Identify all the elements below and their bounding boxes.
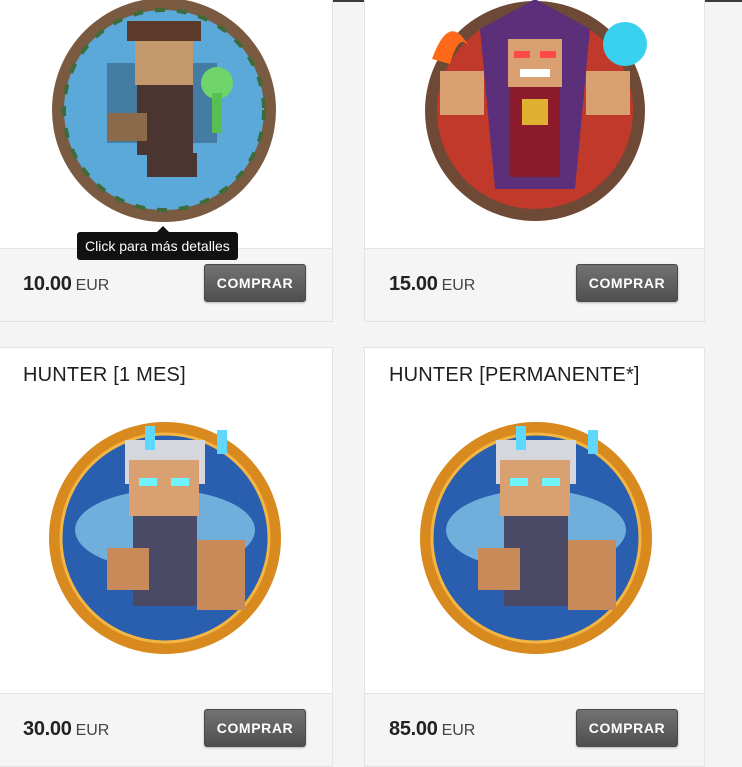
product-price: 30.00 EUR xyxy=(23,718,109,741)
price-currency: EUR xyxy=(441,722,476,739)
buy-button[interactable]: COMPRAR xyxy=(204,264,306,302)
product-image-fire-ice-wizard[interactable] xyxy=(410,0,660,229)
buy-button[interactable]: COMPRAR xyxy=(204,709,306,747)
price-currency: EUR xyxy=(75,722,110,739)
product-footer: 30.00 EUR COMPRAR xyxy=(0,693,332,766)
product-card-4[interactable]: HUNTER [PERMANENTE*] 85.00 EUR COMPRAR xyxy=(364,347,705,767)
product-price: 85.00 EUR xyxy=(389,718,475,741)
product-footer: 85.00 EUR COMPRAR xyxy=(365,693,704,766)
buy-button[interactable]: COMPRAR xyxy=(576,264,678,302)
tooltip: Click para más detalles xyxy=(77,232,238,260)
product-image-hunter[interactable] xyxy=(47,420,283,656)
price-currency: EUR xyxy=(75,277,110,294)
product-card-1[interactable]: 10.00 EUR COMPRAR xyxy=(0,0,333,322)
product-card-3[interactable]: HUNTER [1 MES] 30.00 EUR COMPRAR xyxy=(0,347,333,767)
product-price: 10.00 EUR xyxy=(23,273,109,296)
price-amount: 10.00 xyxy=(23,273,72,295)
price-amount: 15.00 xyxy=(389,273,438,295)
price-amount: 85.00 xyxy=(389,718,438,740)
product-image-wizard-alchemist[interactable] xyxy=(47,0,281,227)
product-image-hunter[interactable] xyxy=(418,420,654,656)
product-footer: 15.00 EUR COMPRAR xyxy=(365,248,704,321)
product-card-2[interactable]: 15.00 EUR COMPRAR xyxy=(364,0,705,322)
product-title[interactable]: HUNTER [PERMANENTE*] xyxy=(389,364,640,387)
buy-button[interactable]: COMPRAR xyxy=(576,709,678,747)
product-price: 15.00 EUR xyxy=(389,273,475,296)
price-amount: 30.00 xyxy=(23,718,72,740)
price-currency: EUR xyxy=(441,277,476,294)
product-title[interactable]: HUNTER [1 MES] xyxy=(23,364,186,387)
